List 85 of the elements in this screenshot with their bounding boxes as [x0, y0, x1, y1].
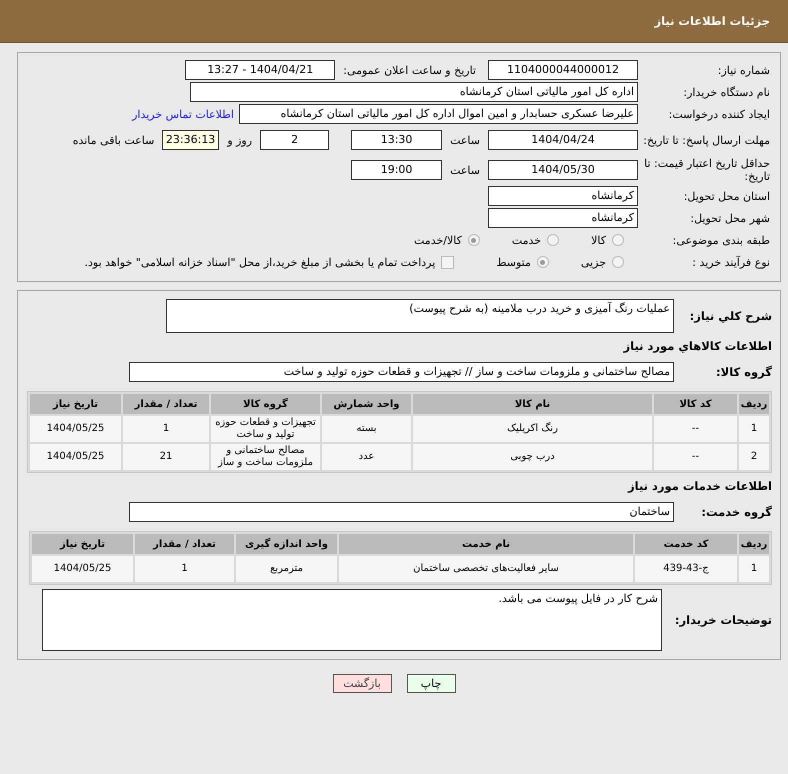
goods-group-field[interactable]: مصالح ساختمانی و ملزومات ساخت و ساز // تجهیزات و قطعات حوزه تولید و ساخت — [129, 362, 674, 382]
field-label: شرح کلي نیاز: — [688, 310, 772, 322]
table-cell: 1404/05/25 — [30, 444, 121, 470]
field-label: تاریخ و ساعت اعلان عمومی: — [343, 64, 476, 76]
field-label: پرداخت تمام یا بخشی از مبلغ خرید،از محل "اسناد خزانه اسلامی" خواهد بود. — [84, 256, 436, 268]
section-heading: اطلاعات کالاهاي مورد نیاز — [622, 339, 772, 353]
field-label: ساعت — [450, 164, 480, 176]
table-cell: مترمربع — [236, 556, 337, 582]
table-cell: مصالح ساختمانی و ملزومات ساخت و ساز — [211, 444, 320, 470]
contact-link[interactable]: اطلاعات تماس خریدار — [132, 108, 234, 120]
radio-button[interactable] — [612, 234, 624, 246]
field-label: حداقل تاریخ اعتبار قیمت: تا تاریخ: — [643, 157, 770, 183]
field-label: نوع فرآیند خرید : — [691, 256, 770, 268]
column-header: گروه کالا — [211, 394, 320, 414]
radio-button[interactable] — [536, 256, 549, 268]
back-button[interactable]: بازگشت — [332, 674, 392, 693]
field-label: شهر محل تحویل: — [689, 212, 770, 224]
requester-field[interactable]: علیرضا عسکری حسابدار و امین اموال اداره کل امور مالیاتی استان کرمانشاه — [239, 104, 638, 124]
remaining-time-field[interactable]: 23:36:13 — [162, 130, 220, 150]
table-cell: -- — [654, 444, 737, 470]
time-field[interactable]: 19:00 — [351, 160, 442, 180]
date-field[interactable]: 1404/05/30 — [488, 160, 638, 180]
need-number-field[interactable]: 1104000044000012 — [488, 60, 638, 80]
page-title: جزئیات اطلاعات نیاز — [654, 14, 770, 28]
radio-button[interactable] — [468, 234, 480, 246]
description-field[interactable]: عملیات رنگ آمیزی و خرید درب ملامینه (به شرح پیوست) — [166, 299, 674, 333]
column-header: تعداد / مقدار — [123, 394, 209, 414]
field-label: توضیحات خریدار: — [674, 614, 772, 626]
table-cell: 1 — [135, 556, 234, 582]
field-label: ایجاد کننده درخواست: — [668, 108, 770, 120]
field-label: کالا — [591, 234, 606, 246]
field-label: ساعت باقی مانده — [72, 134, 154, 146]
city-field[interactable]: کرمانشاه — [488, 208, 638, 228]
field-label: گروه خدمت: — [700, 506, 772, 518]
time-field[interactable]: 13:30 — [351, 130, 442, 150]
field-label: متوسط — [496, 256, 531, 268]
field-label: شماره نیاز: — [716, 64, 770, 76]
radio-button[interactable] — [547, 234, 560, 246]
radio-button[interactable] — [612, 256, 624, 268]
section-heading: اطلاعات خدمات مورد نیاز — [626, 479, 772, 493]
column-header: تعداد / مقدار — [135, 534, 234, 554]
table-cell: بسته — [322, 416, 411, 442]
column-header: کد خدمت — [635, 534, 737, 554]
field-label: طبقه بندی موضوعی: — [672, 234, 770, 246]
column-header: تاریخ نیاز — [30, 394, 121, 414]
buyer-org-field[interactable]: اداره کل امور مالیاتی استان کرمانشاه — [190, 82, 638, 102]
notes-field[interactable]: شرح کار در فایل پیوست می باشد. — [42, 589, 662, 651]
column-header: ردیف — [739, 394, 769, 414]
print-button[interactable]: چاپ — [406, 674, 456, 693]
column-header: ردیف — [739, 534, 769, 554]
days-field[interactable]: 2 — [260, 130, 330, 150]
field-label: استان محل تحویل: — [682, 190, 770, 202]
field-label: مهلت ارسال پاسخ: تا تاریخ: — [642, 134, 770, 146]
column-header: واحد اندازه گیری — [236, 534, 337, 554]
table-cell: تجهیزات و قطعات حوزه تولید و ساخت — [211, 416, 320, 442]
table-cell: ج-43-439 — [635, 556, 737, 582]
table-cell: عدد — [322, 444, 411, 470]
column-header: نام کالا — [413, 394, 652, 414]
announce-date-field[interactable]: 1404/04/21 - 13:27 — [185, 60, 336, 80]
field-label: روز و — [227, 134, 252, 146]
table-cell: 1 — [123, 416, 209, 442]
table-cell: -- — [654, 416, 737, 442]
field-label: گروه کالا: — [715, 366, 772, 378]
field-label: نام دستگاه خریدار: — [682, 86, 770, 98]
checkbox[interactable] — [441, 256, 454, 268]
table-cell: 1404/05/25 — [30, 416, 121, 442]
table-cell: رنگ اکریلیک — [413, 416, 652, 442]
table-cell: درب چوبی — [413, 444, 652, 470]
table-cell: 1 — [739, 416, 769, 442]
column-header: واحد شمارش — [322, 394, 411, 414]
date-field[interactable]: 1404/04/24 — [488, 130, 638, 150]
field-label: جزیی — [580, 256, 606, 268]
column-header: تاریخ نیاز — [32, 534, 133, 554]
field-label: ساعت — [450, 134, 480, 146]
table-cell: 1404/05/25 — [32, 556, 133, 582]
table-cell: سایر فعالیت‌های تخصصی ساختمان — [339, 556, 633, 582]
field-label: کالا/خدمت — [414, 234, 462, 246]
service-group-field[interactable]: ساختمان — [129, 502, 674, 522]
column-header: نام خدمت — [339, 534, 633, 554]
province-field[interactable]: کرمانشاه — [488, 186, 638, 206]
field-label: خدمت — [512, 234, 542, 246]
column-header: کد کالا — [654, 394, 737, 414]
table-cell: 2 — [739, 444, 769, 470]
table-cell: 21 — [123, 444, 209, 470]
table-cell: 1 — [739, 556, 769, 582]
